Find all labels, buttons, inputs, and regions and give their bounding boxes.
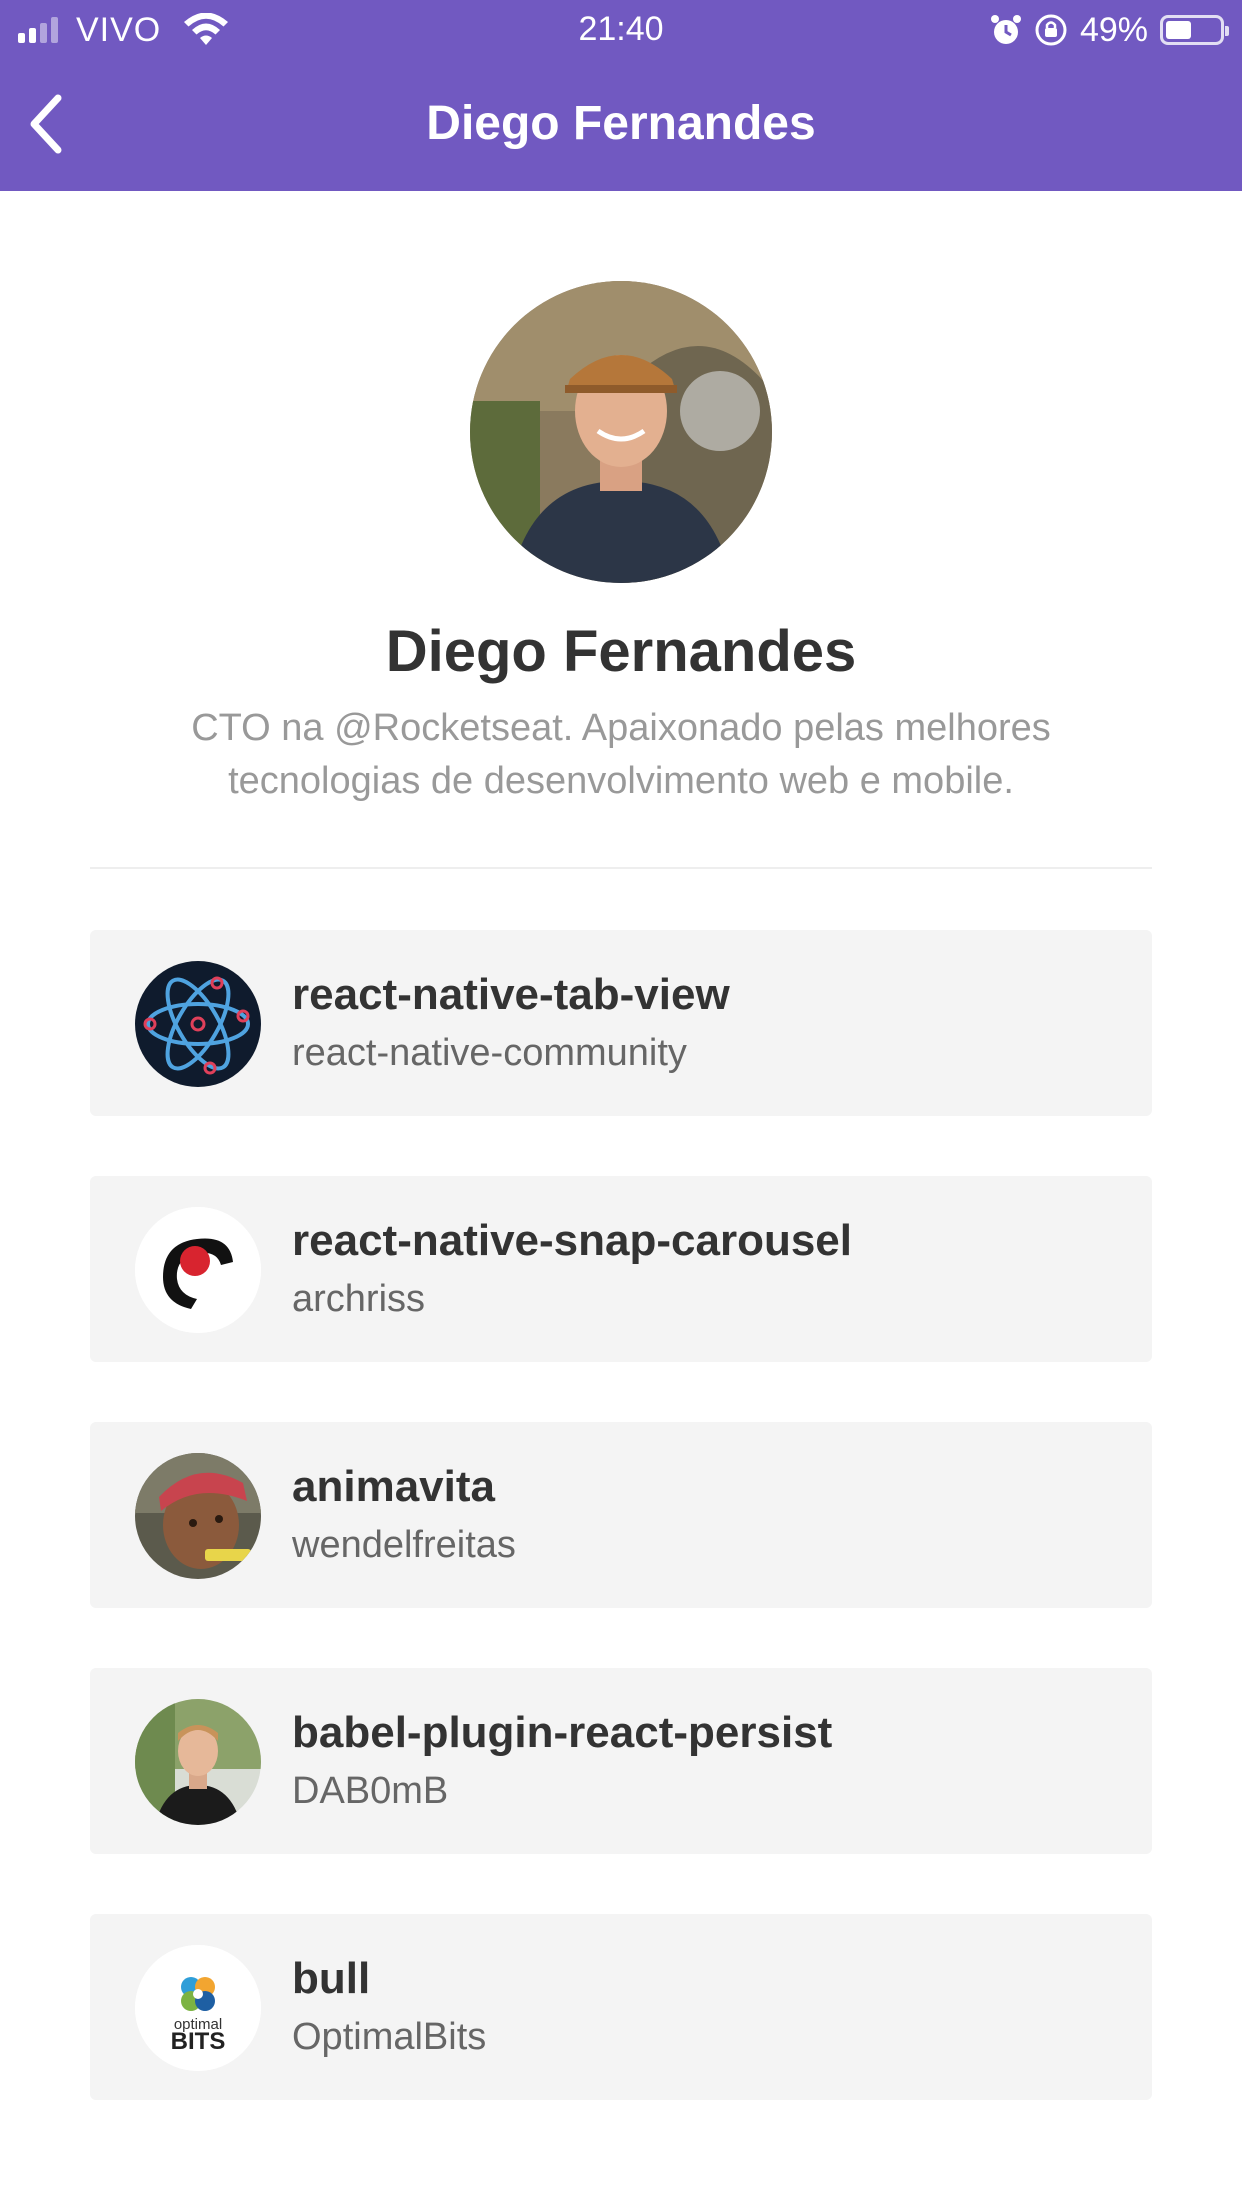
repo-avatar: [135, 1453, 261, 1579]
battery-percent: 49%: [1079, 10, 1148, 49]
header: VIVO 21:40 49% Diego Fernandes: [0, 0, 1242, 191]
repo-title: animavita: [292, 1462, 495, 1511]
optimalbits-logo-text: BITS: [171, 2028, 226, 2055]
profile-bio: CTO na @Rocketseat. Apaixonado pelas mel…: [120, 702, 1122, 808]
orientation-lock-icon: [1035, 14, 1067, 46]
repo-card[interactable]: react-native-tab-view react-native-commu…: [90, 930, 1152, 1116]
user-photo-icon: [135, 1699, 261, 1825]
optimalbits-logo-icon: optimal BITS: [135, 1945, 261, 2071]
repo-avatar: optimal BITS: [135, 1945, 261, 2071]
repo-title: bull: [292, 1954, 371, 2003]
repo-card[interactable]: optimal BITS bull OptimalBits: [90, 1914, 1152, 2100]
atom-logo-icon: [135, 961, 261, 1087]
repo-card[interactable]: babel-plugin-react-persist DAB0mB: [90, 1668, 1152, 1854]
alarm-icon: [990, 15, 1021, 44]
user-photo-icon: [135, 1453, 261, 1579]
status-bar: VIVO 21:40 49%: [0, 0, 1242, 62]
repo-card[interactable]: react-native-snap-carousel archriss: [90, 1176, 1152, 1362]
repo-author: react-native-community: [292, 1032, 687, 1074]
profile-bio-line: CTO na @Rocketseat. Apaixonado pelas mel…: [191, 707, 1051, 749]
repo-avatar: [135, 1207, 261, 1333]
repo-title: babel-plugin-react-persist: [292, 1708, 833, 1757]
repo-avatar: [135, 961, 261, 1087]
profile-avatar: [470, 281, 772, 583]
profile-bio-line: tecnologias de desenvolvimento web e mob…: [228, 760, 1014, 802]
repo-author: DAB0mB: [292, 1770, 449, 1812]
repo-author: archriss: [292, 1278, 426, 1320]
repo-avatar: [135, 1699, 261, 1825]
repo-list: react-native-tab-view react-native-commu…: [90, 930, 1152, 2160]
repo-card[interactable]: animavita wendelfreitas: [90, 1422, 1152, 1608]
archriss-logo-icon: [135, 1207, 261, 1333]
status-right: 49%: [990, 10, 1229, 50]
repo-title: react-native-snap-carousel: [292, 1216, 852, 1265]
repo-author: wendelfreitas: [292, 1524, 516, 1566]
repo-title: react-native-tab-view: [292, 970, 730, 1019]
profile-name: Diego Fernandes: [385, 619, 857, 684]
nav-title: Diego Fernandes: [426, 97, 816, 150]
repo-author: OptimalBits: [292, 2016, 487, 2058]
battery-icon: [1160, 15, 1229, 45]
divider: [90, 867, 1152, 869]
